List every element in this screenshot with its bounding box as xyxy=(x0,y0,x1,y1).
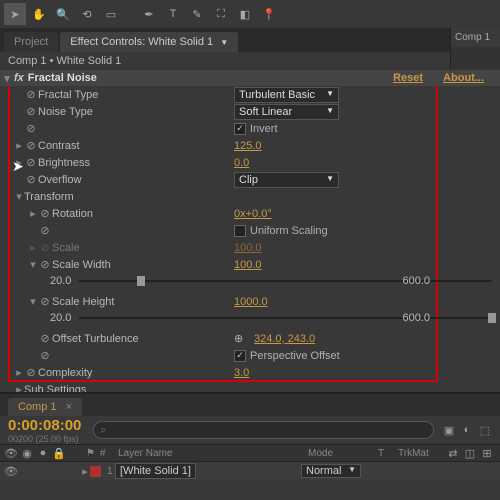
hand-tool-icon[interactable]: ✋ xyxy=(28,3,50,25)
effect-about[interactable]: About... xyxy=(443,72,484,84)
timeline-tab[interactable]: Comp 1 × xyxy=(8,398,82,416)
effect-name: Fractal Noise xyxy=(28,72,97,84)
pen-tool-icon[interactable]: ✒ xyxy=(138,3,160,25)
search-icon: ⌕ xyxy=(100,424,106,437)
scale-width-value[interactable]: 100.0 xyxy=(234,259,262,271)
right-panel-tab[interactable]: Comp 1 xyxy=(451,28,500,47)
audio-icon[interactable]: ◉ xyxy=(20,447,34,460)
layer-twirl-icon[interactable]: ▸ xyxy=(80,465,90,478)
timeline-tabs: Comp 1 × xyxy=(0,394,500,416)
lock-icon[interactable]: 🔒 xyxy=(52,447,66,460)
lock-icon[interactable] xyxy=(52,465,66,478)
rotate-tool-icon[interactable]: ⟲ xyxy=(76,3,98,25)
highlight-outline xyxy=(8,70,438,382)
invert-label: Invert xyxy=(250,123,278,135)
text-tool-icon[interactable]: T xyxy=(162,3,184,25)
switch-icon[interactable]: ⊞ xyxy=(480,447,494,460)
solo-icon[interactable] xyxy=(36,465,50,478)
frame-info: 00200 (25.00 fps) xyxy=(8,434,81,444)
uniform-scaling-label: Uniform Scaling xyxy=(250,225,328,237)
contrast-value[interactable]: 125.0 xyxy=(234,140,262,152)
layer-index: 1 xyxy=(101,466,115,477)
brush-tool-icon[interactable]: ✎ xyxy=(186,3,208,25)
timeline-search-input[interactable]: ⌕ xyxy=(93,421,434,439)
layer-switches: 👁 xyxy=(0,465,80,478)
tab-effect-controls-label: Effect Controls: White Solid 1 xyxy=(70,36,213,48)
zoom-tool-icon[interactable]: 🔍 xyxy=(52,3,74,25)
audio-icon[interactable] xyxy=(20,465,34,478)
scale-height-slider: 20.0 600.0 xyxy=(0,310,500,330)
comp-path: Comp 1 • White Solid 1 xyxy=(0,52,500,70)
eye-icon[interactable]: 👁 xyxy=(4,447,18,460)
slider-min: 20.0 xyxy=(50,312,71,324)
tab-effect-controls[interactable]: Effect Controls: White Solid 1 ▼ xyxy=(60,32,238,52)
panel-tabs: Project Effect Controls: White Solid 1 ▼ xyxy=(0,28,500,52)
col-t: T xyxy=(372,448,392,459)
slider-knob[interactable] xyxy=(137,276,145,286)
eraser-tool-icon[interactable]: ◧ xyxy=(234,3,256,25)
slider-knob[interactable] xyxy=(488,313,496,323)
col-mode: Mode xyxy=(302,448,372,459)
slider-max: 600.0 xyxy=(402,275,430,287)
timeline-time-row: 0:00:08:00 00200 (25.00 fps) ⌕ ▣ ◐ ⬚ xyxy=(0,416,500,444)
layer-name[interactable]: [White Solid 1] xyxy=(115,465,301,477)
overflow-dropdown[interactable]: Clip▼ xyxy=(234,172,339,188)
uniform-scaling-row: Uniform Scaling xyxy=(234,225,328,237)
fx-icon[interactable]: fx xyxy=(14,72,24,84)
scale-height-value[interactable]: 1000.0 xyxy=(234,296,268,308)
uniform-scaling-checkbox[interactable] xyxy=(234,225,246,237)
tl-icon-2[interactable]: ◐ xyxy=(460,424,474,437)
brightness-value[interactable]: 0.0 xyxy=(234,157,249,169)
slider-track[interactable] xyxy=(79,317,492,319)
tab-dropdown-icon[interactable]: ▼ xyxy=(220,38,228,47)
invert-checkbox-row: ✓ Invert xyxy=(234,123,278,135)
timeline-tab-label: Comp 1 xyxy=(18,401,57,413)
slider-min: 20.0 xyxy=(50,275,71,287)
timecode: 0:00:08:00 xyxy=(8,417,81,434)
tl-icon-1[interactable]: ▣ xyxy=(442,424,456,437)
timecode-block[interactable]: 0:00:08:00 00200 (25.00 fps) xyxy=(8,417,81,444)
noise-type-dropdown[interactable]: Soft Linear▼ xyxy=(234,104,339,120)
effect-twirl-icon[interactable]: ▾ xyxy=(2,72,12,85)
timeline-panel: Comp 1 × 0:00:08:00 00200 (25.00 fps) ⌕ … xyxy=(0,392,500,500)
rotation-value[interactable]: 0x+0.0° xyxy=(234,208,272,220)
effect-header: ▾ fx Fractal Noise Reset About... xyxy=(0,70,500,86)
scale-value: 100.0 xyxy=(234,242,262,254)
layer-mode-dropdown[interactable]: Normal▼ xyxy=(301,464,361,478)
perspective-offset-checkbox[interactable]: ✓ xyxy=(234,350,246,362)
slider-max: 600.0 xyxy=(402,312,430,324)
solo-icon[interactable]: ● xyxy=(36,447,50,460)
layer-row[interactable]: 👁 ▸ 1 [White Solid 1] Normal▼ xyxy=(0,462,500,480)
perspective-offset-label: Perspective Offset xyxy=(250,350,340,362)
fractal-type-dropdown[interactable]: Turbulent Basic▼ xyxy=(234,87,339,103)
pin-tool-icon[interactable]: 📍 xyxy=(258,3,280,25)
close-icon[interactable]: × xyxy=(66,401,72,413)
selection-tool-icon[interactable]: ➤ xyxy=(4,3,26,25)
scale-width-slider: 20.0 600.0 xyxy=(0,273,500,293)
top-toolbar: ➤ ✋ 🔍 ⟲ ▭ ✒ T ✎ ⛶ ◧ 📍 xyxy=(0,0,500,28)
col-index: # xyxy=(94,448,112,459)
stamp-tool-icon[interactable]: ⛶ xyxy=(210,3,232,25)
layer-color-swatch[interactable] xyxy=(90,466,101,477)
rect-tool-icon[interactable]: ▭ xyxy=(100,3,122,25)
perspective-offset-row: ✓ Perspective Offset xyxy=(234,350,340,362)
timeline-columns-header: 👁 ◉ ● 🔒 ⚑ # Layer Name Mode T TrkMat ⇄ ◫… xyxy=(0,444,500,462)
switch-icon[interactable]: ⇄ xyxy=(446,447,460,460)
visibility-icons: 👁 ◉ ● 🔒 xyxy=(0,447,80,460)
complexity-value[interactable]: 3.0 xyxy=(234,367,249,379)
col-trkmat: TrkMat xyxy=(392,448,442,459)
switch-icon[interactable]: ◫ xyxy=(463,447,477,460)
invert-checkbox[interactable]: ✓ xyxy=(234,123,246,135)
effect-reset[interactable]: Reset xyxy=(393,72,423,84)
slider-track[interactable] xyxy=(79,280,492,282)
col-shy[interactable]: ⚑ xyxy=(80,448,94,459)
eye-icon[interactable]: 👁 xyxy=(4,465,18,478)
tl-icon-3[interactable]: ⬚ xyxy=(478,424,492,437)
offset-turbulence-value[interactable]: 324.0, 243.0 xyxy=(254,333,315,345)
col-layer-name: Layer Name xyxy=(112,448,302,459)
tab-project[interactable]: Project xyxy=(4,32,58,52)
effects-panel: ➤ ▾ fx Fractal Noise Reset About... ⊘ Fr… xyxy=(0,70,500,400)
crosshair-icon[interactable]: ⊕ xyxy=(234,332,243,345)
